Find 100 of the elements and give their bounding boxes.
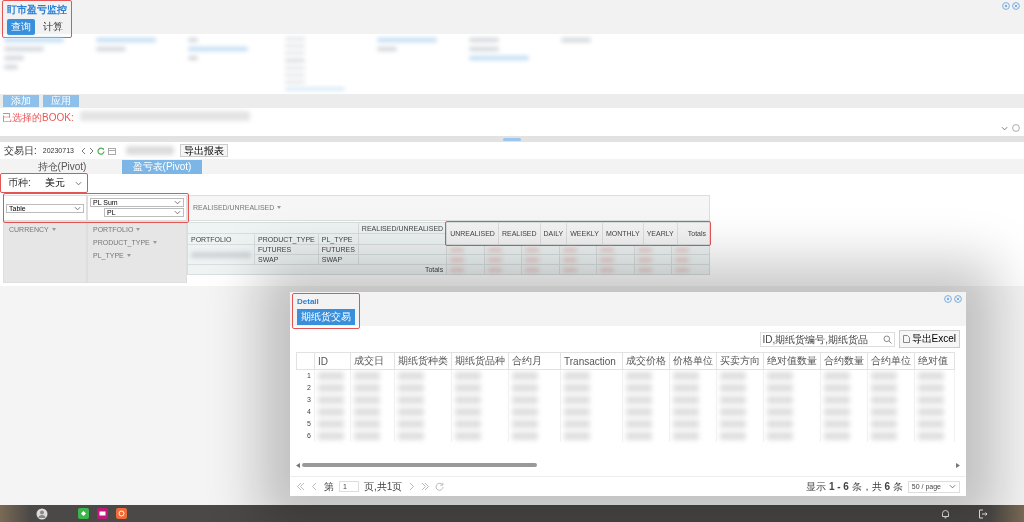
column-header[interactable]: 成交日 [350, 352, 395, 370]
close-icon[interactable] [954, 295, 962, 303]
column-header[interactable]: 成交价格 [622, 352, 670, 370]
redacted-block [824, 431, 850, 440]
redacted-block [675, 267, 690, 272]
redacted-block [398, 371, 424, 380]
search-icon[interactable] [882, 334, 892, 344]
redacted-block [871, 419, 897, 428]
previous-icon[interactable] [80, 146, 86, 155]
column-header[interactable]: 期纸货品种 [451, 352, 509, 370]
app-icon[interactable] [78, 508, 89, 519]
redacted-block [512, 419, 538, 428]
redacted-block [455, 407, 481, 416]
redacted-block [767, 431, 793, 440]
scrollbar[interactable] [296, 462, 960, 468]
redacted-block [450, 267, 465, 272]
redacted-block [512, 431, 538, 440]
scroll-left-icon[interactable] [296, 462, 300, 468]
column-header[interactable]: 价格单位 [669, 352, 717, 370]
redacted-block [318, 395, 344, 404]
previous-page-icon[interactable] [310, 482, 319, 491]
refresh-icon[interactable] [96, 146, 105, 155]
redacted-block [398, 419, 424, 428]
redacted-block [626, 371, 652, 380]
refresh-icon[interactable] [435, 482, 445, 491]
redacted-block [673, 407, 699, 416]
export-button[interactable]: 导出报表 [179, 144, 228, 157]
redacted-block [525, 247, 540, 252]
redacted-block [487, 247, 502, 252]
column-header[interactable]: 期纸货种类 [394, 352, 452, 370]
export-button[interactable]: 导出Excel [898, 330, 960, 348]
logout-icon[interactable] [978, 508, 988, 519]
redacted-block [450, 257, 465, 262]
bell-icon[interactable] [941, 508, 950, 519]
redacted-block [525, 267, 540, 272]
redacted-block [767, 395, 793, 404]
redacted-block [626, 395, 652, 404]
close-icon[interactable] [1012, 2, 1020, 10]
redacted-block [455, 395, 481, 404]
column-header[interactable]: 合约数量 [820, 352, 868, 370]
highlight-frame [2, 0, 72, 38]
next-icon[interactable] [88, 146, 94, 155]
redacted-block [918, 407, 944, 416]
redacted-block [871, 371, 897, 380]
redacted-block [720, 395, 746, 404]
redacted-block [455, 371, 481, 380]
clear-icon[interactable] [1012, 124, 1020, 132]
redacted-block [675, 257, 690, 262]
redacted-block [824, 419, 850, 428]
redacted-block [673, 431, 699, 440]
redacted-block [450, 247, 465, 252]
redacted-block [637, 267, 652, 272]
column-header[interactable]: 绝对值数量 [763, 352, 821, 370]
column-header[interactable]: 绝对值 [914, 352, 955, 370]
chevron-icon[interactable] [1001, 124, 1008, 132]
column-header[interactable]: ID [314, 352, 351, 370]
chevron-icon[interactable] [74, 179, 82, 187]
redacted-block [564, 431, 590, 440]
next-page-icon[interactable] [407, 482, 417, 491]
redacted-block [354, 419, 380, 428]
search-field[interactable]: ID,期纸货编号,期纸货品 [759, 331, 895, 347]
settings-icon[interactable] [944, 295, 952, 303]
tab[interactable]: 持仓(Pivot) [22, 160, 102, 174]
user-icon[interactable] [36, 507, 48, 520]
redacted-block [767, 383, 793, 392]
scroll-right-icon[interactable] [956, 462, 960, 468]
redacted-block [600, 257, 615, 262]
redacted-block [673, 395, 699, 404]
redacted-block [564, 383, 590, 392]
column-header[interactable]: 买卖方向 [716, 352, 764, 370]
redacted-block [562, 257, 577, 262]
redacted-block [455, 419, 481, 428]
resize-handle[interactable] [503, 137, 521, 141]
tab[interactable]: 计算 [39, 19, 67, 35]
redacted-block [918, 395, 944, 404]
column-header[interactable]: 合约月 [508, 352, 561, 370]
redacted-block [918, 383, 944, 392]
redacted-block [398, 383, 424, 392]
redacted-block [600, 247, 615, 252]
redacted-block [720, 371, 746, 380]
redacted-block [398, 431, 424, 440]
chevron-icon[interactable] [949, 482, 956, 490]
redacted-block [626, 419, 652, 428]
calendar-icon[interactable] [107, 146, 116, 155]
redacted-block [562, 247, 577, 252]
chevron-icon[interactable] [74, 204, 81, 212]
column-header[interactable]: 合约单位 [867, 352, 915, 370]
mail-icon[interactable] [97, 508, 108, 519]
currency-select[interactable]: 美元 [44, 176, 82, 190]
redacted-block [871, 395, 897, 404]
app-icon[interactable] [116, 508, 127, 519]
redacted-block [398, 407, 424, 416]
dialog-title: Detail [297, 297, 320, 306]
settings-icon[interactable] [1002, 2, 1010, 10]
redacted-block [675, 247, 690, 252]
column-header[interactable]: Transaction [560, 352, 623, 370]
redacted-block [354, 383, 380, 392]
last-page-icon[interactable] [421, 482, 431, 491]
redacted-block [455, 431, 481, 440]
first-page-icon[interactable] [296, 482, 305, 491]
